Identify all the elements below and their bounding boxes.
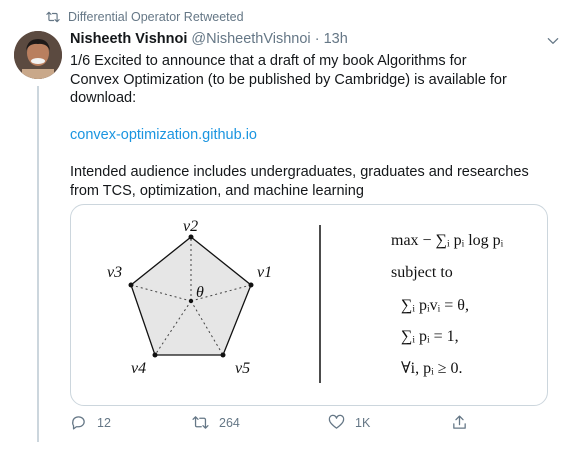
vertex-label-v4: v4 <box>131 360 146 377</box>
tweet-time[interactable]: 13h <box>324 31 348 47</box>
chevron-down-icon[interactable] <box>546 34 560 48</box>
vertex-label-v1: v1 <box>257 264 272 281</box>
heart-icon <box>328 414 345 429</box>
retweet-context[interactable]: Differential Operator Retweeted <box>46 10 244 24</box>
retweet-text: Differential Operator Retweeted <box>68 10 244 24</box>
subject-to: subject to <box>391 264 453 281</box>
tweet-header: Nisheeth Vishnoi @NisheethVishnoi · 13h <box>70 31 538 47</box>
thread-line <box>37 86 39 442</box>
like-button[interactable]: 1K <box>328 414 370 431</box>
tweet-image[interactable]: v2 v1 v3 v4 v5 θ max − ∑ᵢ pᵢ log pᵢ subj… <box>70 204 548 406</box>
vertex-label-v2: v2 <box>183 218 198 235</box>
tweet-line: 1/6 Excited to announce that a draft of … <box>70 53 467 69</box>
retweet-button[interactable]: 264 <box>192 414 240 431</box>
avatar[interactable] <box>14 31 62 79</box>
tweet-line: from TCS, optimization, and machine lear… <box>70 182 364 199</box>
tweet-line: Intended audience includes undergraduate… <box>70 164 529 180</box>
share-icon <box>453 415 466 429</box>
tweet-body: 1/6 Excited to announce that a draft of … <box>70 52 560 200</box>
tweet-line: Convex Optimization (to be published by … <box>70 71 507 88</box>
reply-icon <box>72 416 85 430</box>
separator-dot: · <box>314 31 320 47</box>
retweet-icon <box>46 11 60 23</box>
share-button[interactable] <box>451 414 468 431</box>
vertex-label-v5: v5 <box>235 360 250 377</box>
like-count: 1K <box>355 415 371 430</box>
tweet-link[interactable]: convex-optimization.github.io <box>70 126 560 145</box>
tweet-line: download: <box>70 90 137 106</box>
objective: max − ∑ᵢ pᵢ log pᵢ <box>391 232 504 249</box>
reply-button[interactable]: 12 <box>70 414 111 431</box>
center-label: θ <box>196 284 204 301</box>
vertex-label-v3: v3 <box>107 264 122 281</box>
constraint-2: ∑ᵢ pᵢ = 1, <box>401 328 459 345</box>
constraint-3: ∀i, pᵢ ≥ 0. <box>401 360 463 377</box>
author-handle[interactable]: @NisheethVishnoi <box>191 31 310 47</box>
constraint-1: ∑ᵢ pᵢvᵢ = θ, <box>401 297 469 314</box>
author-name[interactable]: Nisheeth Vishnoi <box>70 31 187 47</box>
reply-count: 12 <box>97 415 111 430</box>
retweet-icon <box>192 416 209 429</box>
tweet-actions: 12 264 1K <box>70 414 546 434</box>
retweet-count: 264 <box>219 415 240 430</box>
